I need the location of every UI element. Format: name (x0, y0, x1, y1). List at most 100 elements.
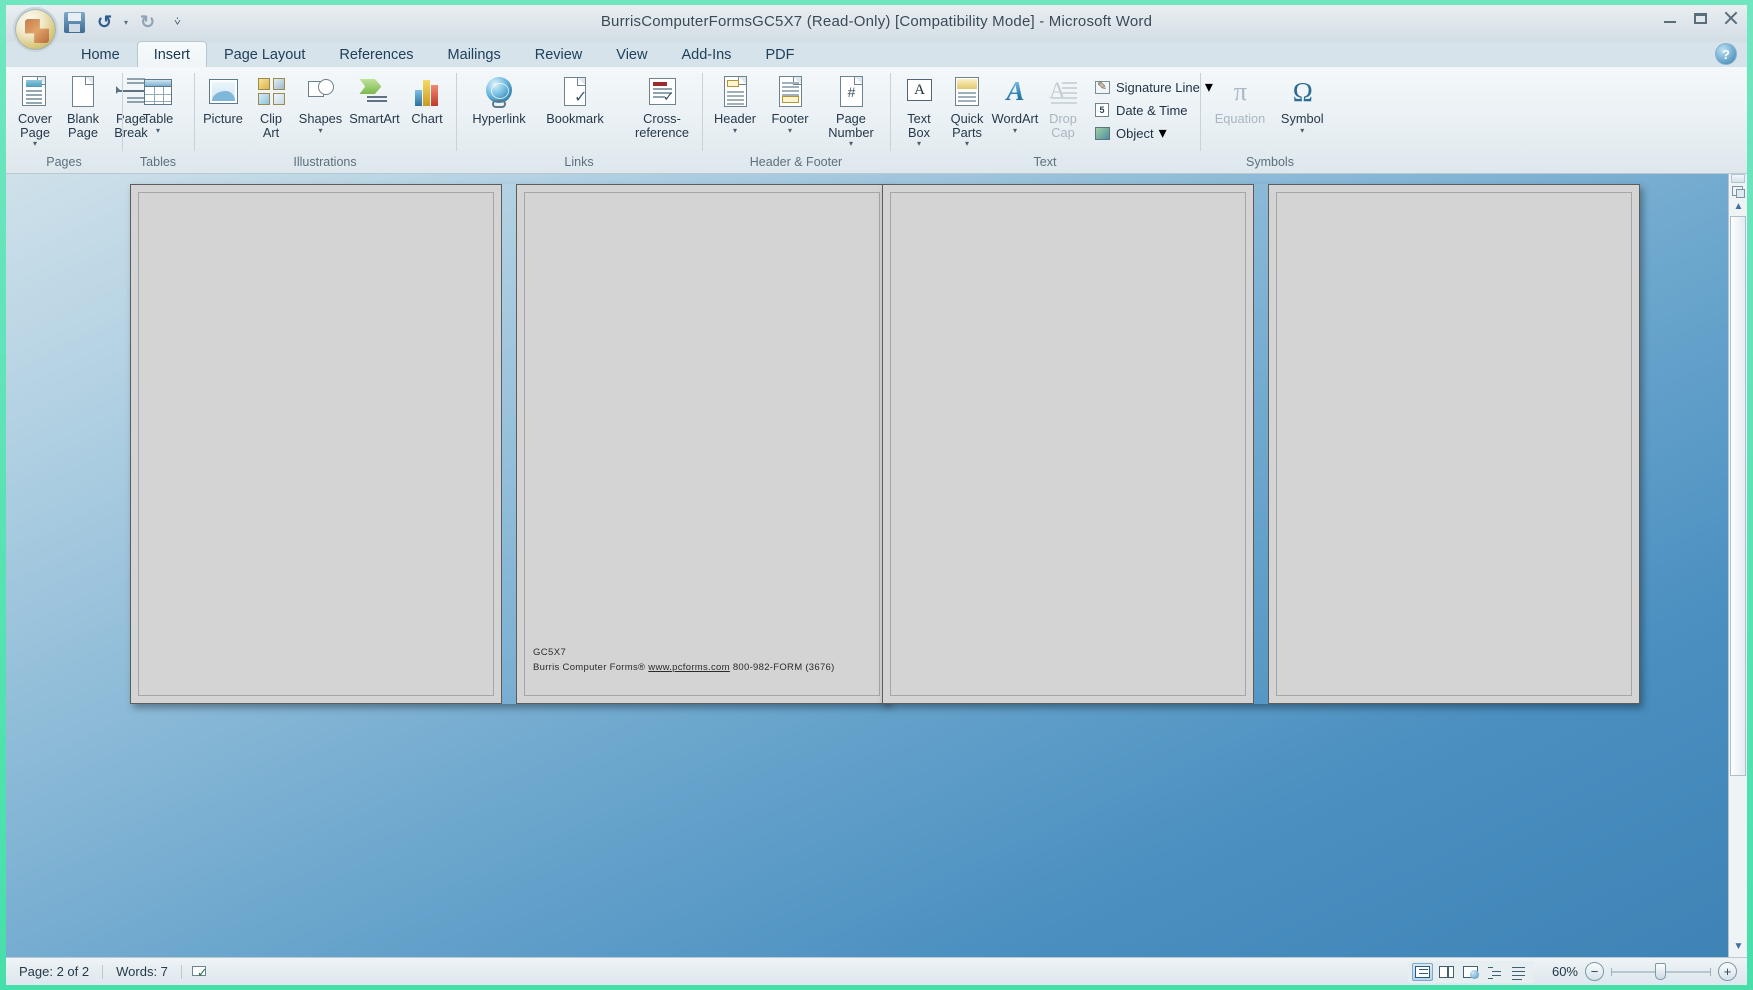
previous-page-button[interactable]: ▲ (1732, 202, 1745, 213)
view-outline-button[interactable] (1484, 963, 1505, 981)
tab-references[interactable]: References (322, 41, 430, 69)
tab-view[interactable]: View (599, 41, 664, 69)
zoom-slider-thumb[interactable] (1655, 963, 1666, 980)
footer-button[interactable]: Footer ▾ (764, 72, 816, 136)
cross-reference-button[interactable]: ✓ Cross-reference (614, 72, 710, 140)
zoom-slider[interactable] (1611, 962, 1711, 981)
drop-cap-icon: A (1046, 75, 1080, 109)
document-page-4[interactable] (1268, 184, 1640, 704)
maximize-button[interactable] (1692, 11, 1709, 26)
customize-quick-access-icon[interactable]: ⩒ (167, 12, 188, 33)
cover-page-button[interactable]: Cover Page ▾ (12, 72, 58, 149)
view-web-layout-button[interactable] (1460, 963, 1481, 981)
header-button[interactable]: Header ▾ (708, 72, 762, 136)
document-page-3[interactable] (882, 184, 1254, 704)
page-number-caret-icon[interactable]: ▾ (849, 140, 853, 148)
text-box-caret-icon[interactable]: ▾ (917, 140, 921, 148)
table-icon (141, 75, 175, 109)
document-page-1[interactable] (130, 184, 502, 704)
picture-button[interactable]: Picture (200, 72, 246, 127)
symbol-button[interactable]: Ω Symbol ▾ (1273, 72, 1331, 136)
footer-icon (773, 75, 807, 109)
scrollbar-thumb[interactable] (1730, 216, 1746, 776)
symbol-icon: Ω (1285, 75, 1319, 109)
cover-page-caret-icon[interactable]: ▾ (33, 140, 37, 148)
document-canvas[interactable]: GC5X7 Burris Computer Forms® www.pcforms… (6, 174, 1747, 957)
clip-art-button[interactable]: Clip Art (248, 72, 294, 140)
page-indicator[interactable]: Page: 2 of 2 (6, 964, 102, 979)
next-page-button[interactable]: ▼ (1732, 942, 1745, 953)
word-window: BurrisComputerFormsGC5X7 (Read-Only) [Co… (6, 5, 1747, 985)
ribbon-group-symbols: π Equation Ω Symbol ▾ Symbols (1200, 67, 1340, 173)
shapes-button[interactable]: Shapes ▾ (296, 72, 345, 136)
blank-page-label: Blank Page (66, 111, 99, 140)
wordart-button[interactable]: A WordArt ▾ (992, 72, 1039, 136)
footer-caret-icon[interactable]: ▾ (788, 126, 792, 135)
quick-parts-caret-icon[interactable]: ▾ (965, 140, 969, 148)
page-number-button[interactable]: # Page Number ▾ (818, 72, 884, 149)
help-icon[interactable]: ? (1715, 43, 1737, 65)
undo-icon[interactable]: ↺ (94, 12, 115, 33)
hyperlink-button[interactable]: Hyperlink (462, 72, 536, 127)
form-code-text: GC5X7 (533, 647, 567, 658)
ribbon-group-text: A Text Box ▾ Quick Parts ▾ A WordArt ▾ A… (890, 67, 1213, 173)
text-box-button[interactable]: A Text Box ▾ (896, 72, 942, 149)
zoom-level[interactable]: 60% (1540, 964, 1578, 979)
blank-page-button[interactable]: Blank Page (60, 72, 106, 140)
bookmark-button[interactable]: ✓ Bookmark (538, 72, 612, 127)
tab-insert[interactable]: Insert (136, 41, 207, 69)
tab-add-ins[interactable]: Add-Ins (664, 41, 748, 69)
page-spread-2 (882, 184, 1640, 704)
registered-mark-icon: ® (638, 662, 646, 673)
minimize-button[interactable] (1662, 11, 1679, 26)
tab-page-layout[interactable]: Page Layout (207, 41, 322, 69)
wordart-caret-icon[interactable]: ▾ (1013, 126, 1017, 135)
text-box-icon: A (902, 75, 936, 109)
vertical-scrollbar[interactable]: ▲ ▼ (1728, 174, 1747, 957)
quick-parts-button[interactable]: Quick Parts ▾ (944, 72, 990, 149)
table-caret-icon[interactable]: ▾ (156, 126, 160, 135)
blank-page-icon (66, 75, 100, 109)
symbol-caret-icon[interactable]: ▾ (1300, 126, 1304, 135)
tab-review[interactable]: Review (518, 41, 600, 69)
redo-icon[interactable]: ↻ (137, 12, 158, 33)
tab-pdf[interactable]: PDF (748, 41, 811, 69)
object-caret-icon[interactable]: ▾ (1159, 123, 1167, 143)
ribbon-group-illustrations: Picture Clip Art Shapes ▾ SmartArt Chart… (194, 67, 456, 173)
header-icon (718, 75, 752, 109)
word-count[interactable]: Words: 7 (103, 964, 181, 979)
split-window-handle[interactable] (1731, 174, 1745, 183)
company-name-text: Burris Computer Forms (533, 662, 639, 673)
cover-page-icon (18, 75, 52, 109)
bookmark-label: Bookmark (546, 111, 604, 126)
tab-home[interactable]: Home (64, 41, 137, 69)
proofing-icon: ✓ (191, 964, 212, 980)
document-page-2[interactable]: GC5X7 Burris Computer Forms® www.pcforms… (516, 184, 888, 704)
smartart-button[interactable]: SmartArt (347, 72, 402, 127)
cross-reference-icon: ✓ (645, 75, 679, 109)
zoom-out-button[interactable]: − (1585, 962, 1604, 981)
view-print-layout-button[interactable] (1412, 962, 1433, 981)
undo-dropdown-icon[interactable]: ▾ (124, 18, 128, 27)
quick-access-toolbar: ↺ ▾ ↻ ⩒ (64, 12, 188, 33)
select-browse-object-icon[interactable] (1731, 185, 1746, 200)
office-button[interactable] (13, 7, 58, 52)
proofing-errors-button[interactable]: ✓ (182, 964, 222, 980)
page-number-label: Page Number (828, 111, 874, 140)
header-caret-icon[interactable]: ▾ (733, 126, 737, 135)
close-button[interactable] (1722, 11, 1739, 26)
shapes-caret-icon[interactable]: ▾ (318, 126, 322, 135)
chart-button[interactable]: Chart (404, 72, 450, 127)
view-full-screen-reading-button[interactable] (1436, 963, 1457, 981)
view-draft-button[interactable] (1508, 963, 1529, 981)
zoom-in-button[interactable]: + (1718, 962, 1737, 981)
ribbon-group-header-footer: Header ▾ Footer ▾ # Page Number ▾ Header… (702, 67, 890, 173)
tab-mailings[interactable]: Mailings (431, 41, 518, 69)
ribbon-group-tables: Table ▾ Tables (122, 67, 194, 173)
save-icon[interactable] (64, 12, 85, 33)
outer-frame: BurrisComputerFormsGC5X7 (Read-Only) [Co… (0, 0, 1753, 990)
page-4-margin-guide (1276, 192, 1632, 696)
page-footer-text: GC5X7 Burris Computer Forms® www.pcforms… (533, 647, 835, 673)
table-button[interactable]: Table ▾ (135, 72, 181, 136)
pcforms-link[interactable]: www.pcforms.com (648, 662, 730, 673)
